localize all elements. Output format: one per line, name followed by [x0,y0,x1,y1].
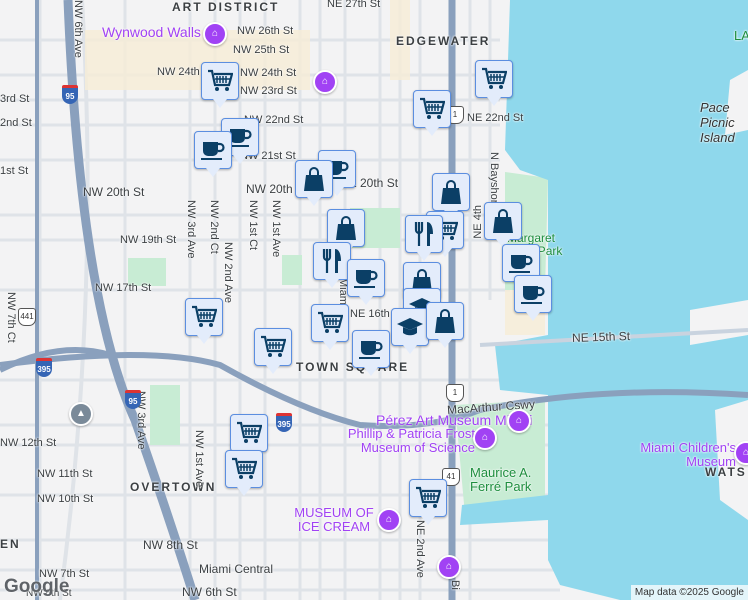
map[interactable]: ART DISTRICT EDGEWATER TOWN SQUARE OVERT… [0,0,748,600]
place-miami-central[interactable]: Miami Central [199,562,273,576]
shopping-cart-icon [419,97,445,121]
shopping-cart-icon [231,457,257,481]
street-label: NE 27th St [327,0,381,10]
place-childrens-museum[interactable]: Miami Children's Museum [626,441,736,469]
place-ice-cream-museum[interactable]: MUSEUM OF ICE CREAM [293,506,375,534]
neighborhood-label: EDGEWATER [396,34,491,48]
street-label: Bi [449,580,461,590]
fork-marker[interactable] [313,242,351,288]
restaurant-icon [412,221,436,247]
coffee-icon [358,337,384,361]
museum-icon[interactable]: ⌂ [473,426,497,450]
place-pace-island[interactable]: Pace Picnic Island [700,100,748,145]
interstate-shield: 95 [125,390,141,409]
shopping-cart-icon [260,335,286,359]
shopping-bag-icon [334,215,358,241]
street-label: NW 20th St [83,185,145,199]
cart-marker[interactable] [230,414,268,460]
street-label: NW 3rd Ave [185,200,197,259]
interstate-shield: 95 [62,85,78,104]
street-label: 2nd St [0,117,32,129]
street-label: NW 12th St [0,437,57,449]
interstate-shield: 395 [276,413,292,432]
coffee-icon [508,251,534,275]
cup-marker[interactable] [514,275,552,321]
restaurant-icon [320,248,344,274]
street-label: NW 19th St [120,234,177,246]
street-label: NW 2nd Ave [222,242,234,303]
street-label: NW 8th St [143,538,198,552]
bag-marker[interactable] [432,173,470,219]
shopping-cart-icon [207,69,233,93]
street-label: NW 23rd St [240,85,297,97]
shopping-bag-icon [439,179,463,205]
street-label: NE 22nd St [467,112,524,124]
street-label: NW 1st Ave [270,200,282,258]
street-label: NW 1st Ave [193,430,205,488]
us-route-shield: 1 [446,384,464,402]
place-wynwood-walls[interactable]: Wynwood Walls [102,24,201,40]
museum-icon[interactable]: ⌂ [377,508,401,532]
fork-marker[interactable] [405,215,443,261]
shopping-bag-icon [433,308,457,334]
cart-marker[interactable] [475,60,513,106]
street-label: 1st St [0,165,29,177]
street-label: NE 4th [472,205,484,239]
place-frost-museum[interactable]: Phillip & Patricia Frost Museum of Scien… [300,427,475,455]
place-ferre-park[interactable]: Maurice A. Ferré Park [470,466,550,494]
cart-marker[interactable] [311,304,349,350]
museum-icon[interactable]: ⌂ [437,555,461,579]
cart-marker[interactable] [413,90,451,136]
shopping-bag-icon [302,166,326,192]
neighborhood-label: ART DISTRICT [172,0,280,14]
street-label: 3rd St [0,93,30,105]
street-label: NW 11th St [37,468,93,480]
cart-marker[interactable] [254,328,292,374]
neighborhood-label: LA [734,28,748,43]
grad-marker[interactable] [391,308,429,354]
school-icon [396,316,424,338]
street-label: NW 10th St [37,493,94,505]
street-label: NE 15th St [571,328,631,346]
coffee-icon [520,282,546,306]
interstate-shield: 395 [36,358,52,377]
street-label: NW 25th St [233,44,290,56]
street-label: NW 17th St [95,282,152,294]
shopping-cart-icon [236,421,262,445]
bag-marker[interactable] [426,302,464,348]
street-label: NW 6th St [182,585,237,599]
street-label: NW 1st Ct [247,200,259,251]
shopping-cart-icon [415,486,441,510]
street-label: N Bayshore [488,152,500,210]
cart-marker[interactable] [201,62,239,108]
street-label: NW 7th Ct [5,292,17,343]
cup-marker[interactable] [194,131,232,177]
street-label: NW 6th Ave [72,0,84,58]
shopping-cart-icon [317,311,343,335]
school-icon[interactable]: ▲ [69,402,93,426]
google-logo: Google [4,576,70,597]
museum-icon[interactable]: ⌂ [313,70,337,94]
street-label: NW 26th St [237,25,294,37]
shopping-cart-icon [481,67,507,91]
neighborhood-label: EN [0,537,21,551]
museum-icon[interactable]: ⌂ [203,22,227,46]
us-route-shield: 441 [18,308,36,326]
coffee-icon [353,266,379,290]
bag-marker[interactable] [484,202,522,248]
coffee-icon [200,138,226,162]
cart-marker[interactable] [409,479,447,525]
street-label: NE 2nd Ave [414,520,426,578]
street-label: NW 24th St [240,67,297,79]
shopping-bag-icon [491,208,515,234]
street-label: NW 2nd Ct [208,200,220,254]
cart-marker[interactable] [225,450,263,496]
cup-marker[interactable] [347,259,385,305]
map-attribution[interactable]: Map data ©2025 Google [630,585,748,600]
cart-marker[interactable] [185,298,223,344]
cup-marker[interactable] [352,330,390,376]
shopping-cart-icon [191,305,217,329]
museum-icon[interactable]: ⌂ [507,409,531,433]
bag-marker[interactable] [295,160,333,206]
